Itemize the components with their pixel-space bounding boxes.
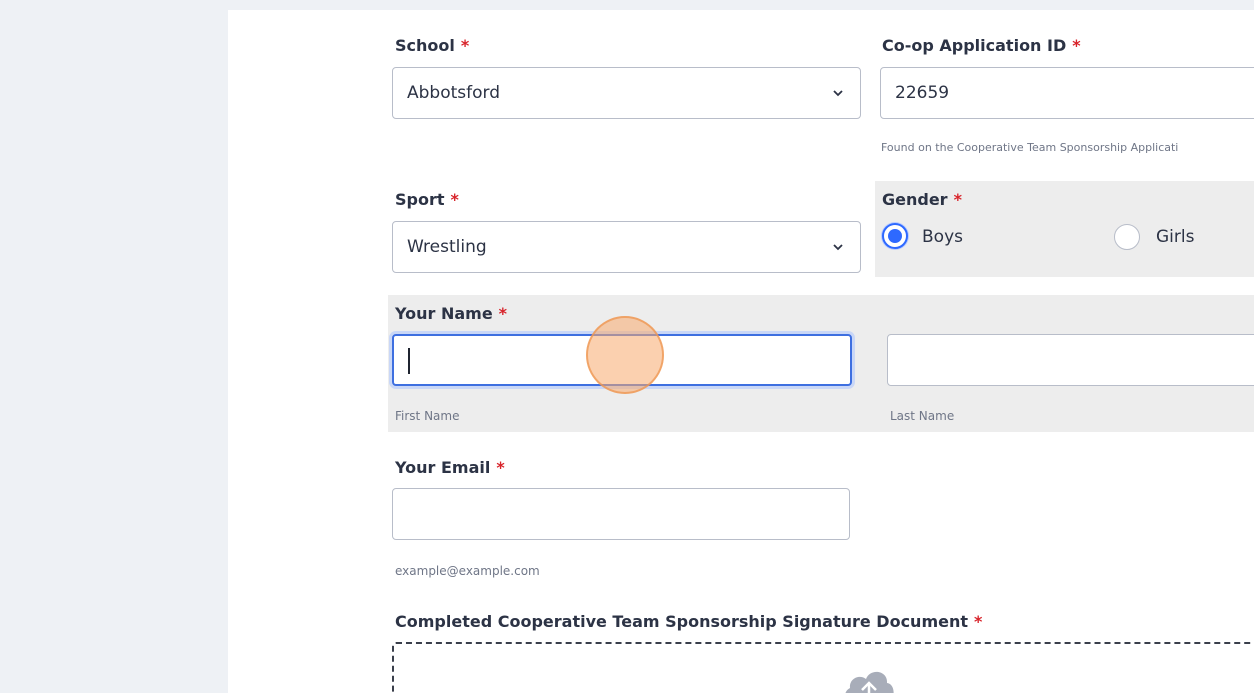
coop-id-help: Found on the Cooperative Team Sponsorshi… bbox=[881, 141, 1179, 154]
school-select-value: Abbotsford bbox=[407, 83, 501, 103]
sport-select-value: Wrestling bbox=[407, 237, 487, 257]
chevron-down-icon bbox=[833, 244, 843, 251]
email-input[interactable] bbox=[392, 488, 850, 540]
coop-id-input[interactable]: 22659 bbox=[880, 67, 1254, 119]
name-label: Your Name * bbox=[395, 304, 508, 323]
click-indicator bbox=[586, 316, 664, 394]
upload-label: Completed Cooperative Team Sponsorship S… bbox=[395, 612, 983, 631]
coop-id-label: Co-op Application ID * bbox=[882, 36, 1081, 55]
coop-id-input-value: 22659 bbox=[895, 83, 950, 103]
last-name-sublabel: Last Name bbox=[890, 409, 955, 423]
text-cursor bbox=[408, 348, 410, 374]
gender-label: Gender * bbox=[882, 190, 962, 209]
file-upload-dropzone[interactable] bbox=[392, 642, 1254, 693]
gender-boys-label[interactable]: Boys bbox=[922, 227, 963, 247]
sport-select[interactable]: Wrestling bbox=[392, 221, 861, 273]
email-label: Your Email * bbox=[395, 458, 505, 477]
school-select[interactable]: Abbotsford bbox=[392, 67, 861, 119]
gender-girls-radio[interactable] bbox=[1114, 224, 1140, 250]
sport-label: Sport * bbox=[395, 190, 459, 209]
cloud-upload-icon bbox=[845, 672, 894, 693]
last-name-input[interactable] bbox=[887, 334, 1254, 386]
gender-boys-radio[interactable] bbox=[882, 223, 908, 249]
school-label: School * bbox=[395, 36, 470, 55]
chevron-down-icon bbox=[833, 90, 843, 97]
first-name-sublabel: First Name bbox=[395, 409, 460, 423]
email-help: example@example.com bbox=[395, 564, 540, 578]
gender-girls-label[interactable]: Girls bbox=[1156, 227, 1194, 247]
